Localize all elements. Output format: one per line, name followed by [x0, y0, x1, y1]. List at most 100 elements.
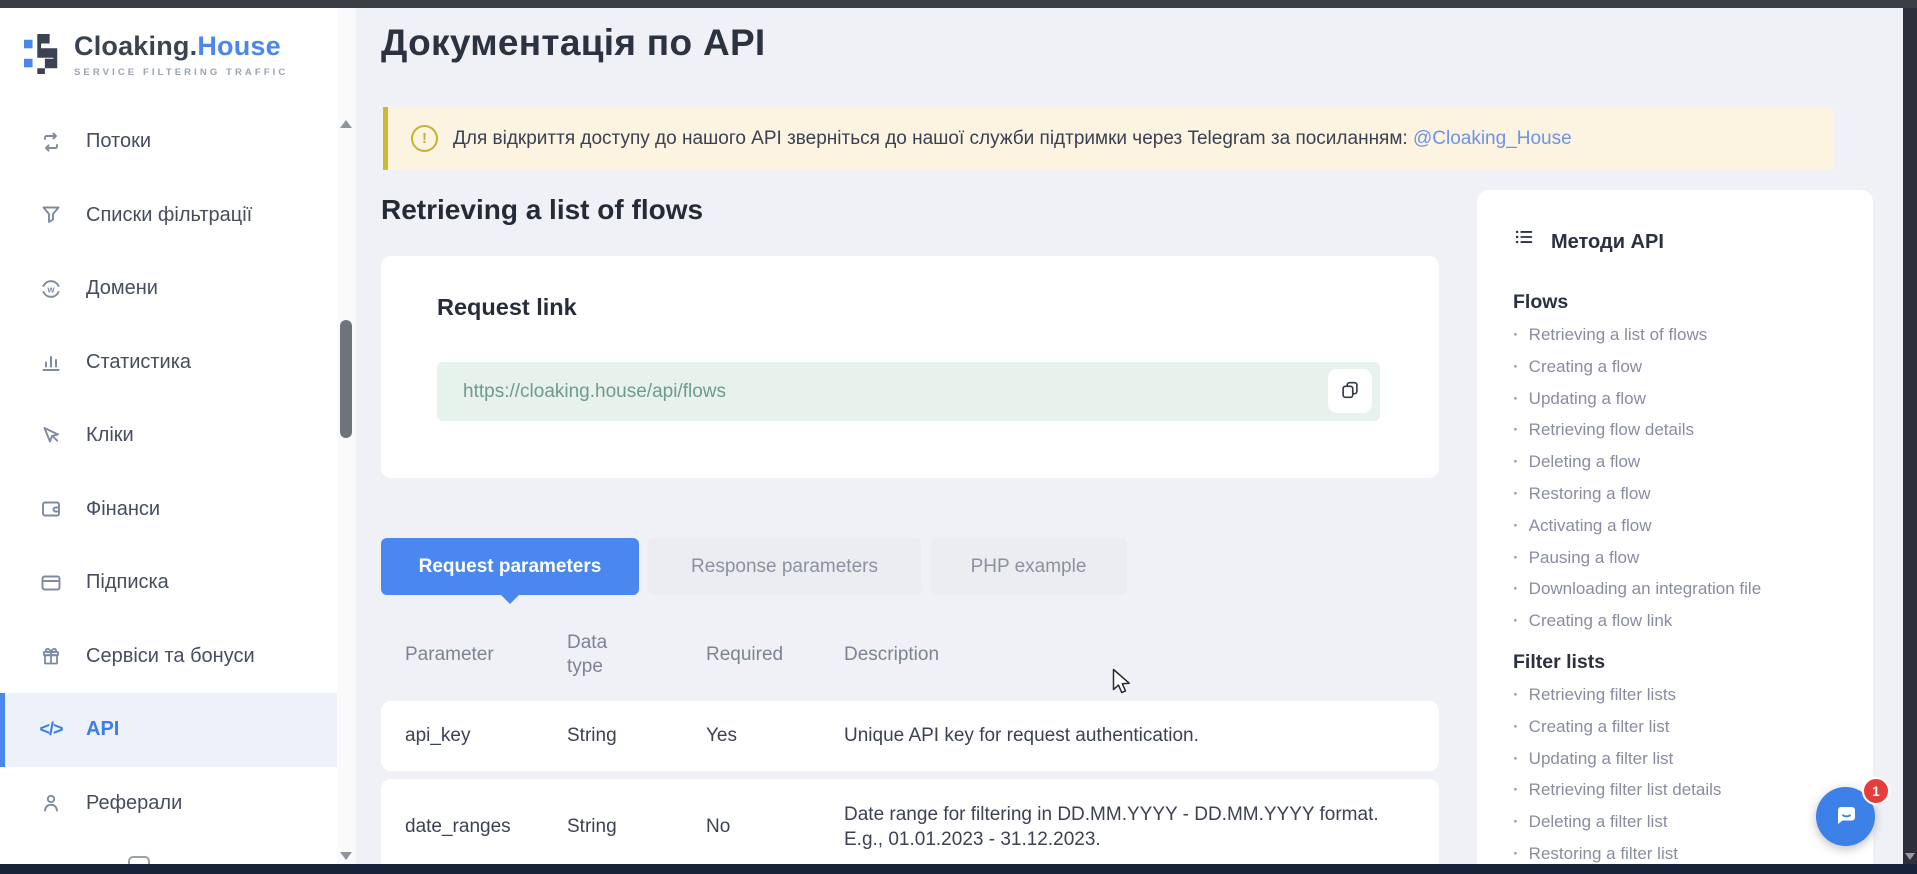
sidebar-scrollbar[interactable] [337, 8, 356, 864]
api-methods-header: Методи API [1513, 226, 1847, 257]
table-row: date_ranges String No Date range for fil… [381, 779, 1439, 874]
api-method-link[interactable]: Creating a flow [1513, 351, 1847, 383]
sidebar-item-label: Реферали [86, 792, 182, 815]
cell-description: Unique API key for request authenticatio… [844, 723, 1439, 749]
brand-name: Cloaking.House [74, 30, 288, 62]
telegram-link[interactable]: @Cloaking_House [1413, 128, 1572, 149]
person-icon [38, 790, 64, 816]
sidebar-item-statistics[interactable]: Статистика [0, 326, 337, 400]
sidebar-item-referrals[interactable]: Реферали [0, 767, 337, 841]
column-header: Description [844, 644, 1439, 666]
bar-chart-icon [38, 349, 64, 375]
parameter-tabs: Request parameters Response parameters P… [381, 538, 1127, 595]
api-method-link[interactable]: Creating a filter list [1513, 711, 1847, 743]
api-method-link[interactable]: Downloading an integration file [1513, 573, 1847, 605]
sidebar-item-label: Потоки [86, 130, 151, 153]
brand-logo[interactable]: Cloaking.House SERVICE FILTERING TRAFFIC [24, 30, 288, 83]
brand-tagline: SERVICE FILTERING TRAFFIC [74, 67, 288, 78]
sidebar-item-finance[interactable]: Фінанси [0, 473, 337, 547]
sidebar-item-label: API [86, 718, 119, 741]
scroll-up-icon[interactable] [340, 120, 352, 128]
tab-request-parameters[interactable]: Request parameters [381, 538, 639, 595]
column-header: Data type [567, 631, 635, 679]
cell-required: Yes [706, 725, 844, 747]
sidebar-item-label: Статистика [86, 351, 191, 374]
api-access-notice: ! Для відкриття доступу до нашого API зв… [383, 107, 1833, 170]
sidebar-item-label: Фінанси [86, 498, 160, 521]
api-method-link[interactable]: Activating a flow [1513, 510, 1847, 542]
column-header: Parameter [405, 644, 567, 666]
api-method-link[interactable]: Retrieving filter list details [1513, 774, 1847, 806]
sidebar-scrollbar-thumb[interactable] [340, 320, 352, 438]
chat-notification-badge: 1 [1862, 777, 1890, 805]
api-method-link[interactable]: Restoring a flow [1513, 478, 1847, 510]
sidebar-item-label: Списки фільтрації [86, 204, 252, 227]
copy-button[interactable] [1328, 369, 1372, 413]
method-list-filter-lists: Retrieving filter lists Creating a filte… [1513, 679, 1847, 870]
sidebar-item-label: Сервіси та бонуси [86, 645, 255, 668]
flows-icon [38, 129, 64, 155]
tab-php-example[interactable]: PHP example [930, 538, 1127, 595]
sidebar-item-services[interactable]: Сервіси та бонуси [0, 620, 337, 694]
sidebar: Cloaking.House SERVICE FILTERING TRAFFIC… [0, 8, 337, 864]
api-methods-title: Методи API [1551, 227, 1664, 257]
request-url-field[interactable]: https://cloaking.house/api/flows [437, 362, 1380, 421]
method-list-flows: Retrieving a list of flows Creating a fl… [1513, 319, 1847, 637]
warning-icon: ! [411, 125, 438, 152]
api-method-link[interactable]: Creating a flow link [1513, 605, 1847, 637]
code-icon: </> [38, 717, 64, 743]
sidebar-item-domains[interactable]: w Домени [0, 252, 337, 326]
method-group-heading: Filter lists [1513, 649, 1847, 675]
sidebar-item-subscription[interactable]: Підписка [0, 546, 337, 620]
cell-data-type: String [567, 816, 706, 838]
cursor-click-icon [38, 423, 64, 449]
api-method-link[interactable]: Deleting a flow [1513, 446, 1847, 478]
cell-parameter: date_ranges [405, 816, 567, 838]
sidebar-item-label: Кліки [86, 424, 134, 447]
svg-text:w: w [46, 284, 55, 294]
sidebar-item-clicks[interactable]: Кліки [0, 399, 337, 473]
api-method-link[interactable]: Retrieving flow details [1513, 414, 1847, 446]
tab-response-parameters[interactable]: Response parameters [648, 538, 921, 595]
api-method-link[interactable]: Pausing a flow [1513, 542, 1847, 574]
api-method-link[interactable]: Retrieving filter lists [1513, 679, 1847, 711]
card-icon [38, 570, 64, 596]
sidebar-item-api[interactable]: </> API [0, 693, 337, 767]
request-link-card: Request link https://cloaking.house/api/… [381, 256, 1439, 478]
api-method-link[interactable]: Updating a flow [1513, 383, 1847, 415]
copy-icon [1339, 379, 1361, 404]
sidebar-item-flows[interactable]: Потоки [0, 105, 337, 179]
scroll-down-icon[interactable] [340, 852, 352, 860]
cell-parameter: api_key [405, 725, 567, 747]
gift-icon [38, 643, 64, 669]
sidebar-item-label: Підписка [86, 571, 169, 594]
window-bottom-edge [0, 864, 1917, 874]
wallet-icon [38, 496, 64, 522]
request-url: https://cloaking.house/api/flows [463, 362, 726, 421]
notice-text: Для відкриття доступу до нашого API звер… [453, 128, 1572, 150]
app-window: Cloaking.House SERVICE FILTERING TRAFFIC… [0, 0, 1917, 874]
chat-bubble-icon [1831, 800, 1861, 833]
brand-text: Cloaking.House SERVICE FILTERING TRAFFIC [74, 30, 288, 78]
section-heading: Retrieving a list of flows [381, 194, 703, 226]
api-method-link[interactable]: Updating a filter list [1513, 743, 1847, 775]
cell-description: Date range for filtering in DD.MM.YYYY -… [844, 802, 1439, 853]
page-title: Документація по API [381, 22, 766, 64]
list-icon [1513, 226, 1535, 257]
table-header: Parameter Data type Required Description [381, 615, 1439, 695]
column-header: Required [706, 644, 844, 666]
funnel-icon [38, 202, 64, 228]
sidebar-item-filter-lists[interactable]: Списки фільтрації [0, 179, 337, 253]
sidebar-nav: Потоки Списки фільтрації w Домени Статис… [0, 105, 337, 840]
api-methods-panel: Методи API Flows Retrieving a list of fl… [1477, 190, 1873, 874]
method-group-heading: Flows [1513, 289, 1847, 315]
api-method-link[interactable]: Retrieving a list of flows [1513, 319, 1847, 351]
globe-icon: w [38, 276, 64, 302]
scroll-down-icon[interactable] [1905, 853, 1915, 860]
window-scrollbar-track[interactable] [1903, 0, 1917, 874]
cell-data-type: String [567, 725, 706, 747]
window-top-edge [0, 0, 1917, 8]
api-method-link[interactable]: Deleting a filter list [1513, 806, 1847, 838]
brand-logo-icon [24, 30, 62, 83]
table-row: api_key String Yes Unique API key for re… [381, 701, 1439, 771]
